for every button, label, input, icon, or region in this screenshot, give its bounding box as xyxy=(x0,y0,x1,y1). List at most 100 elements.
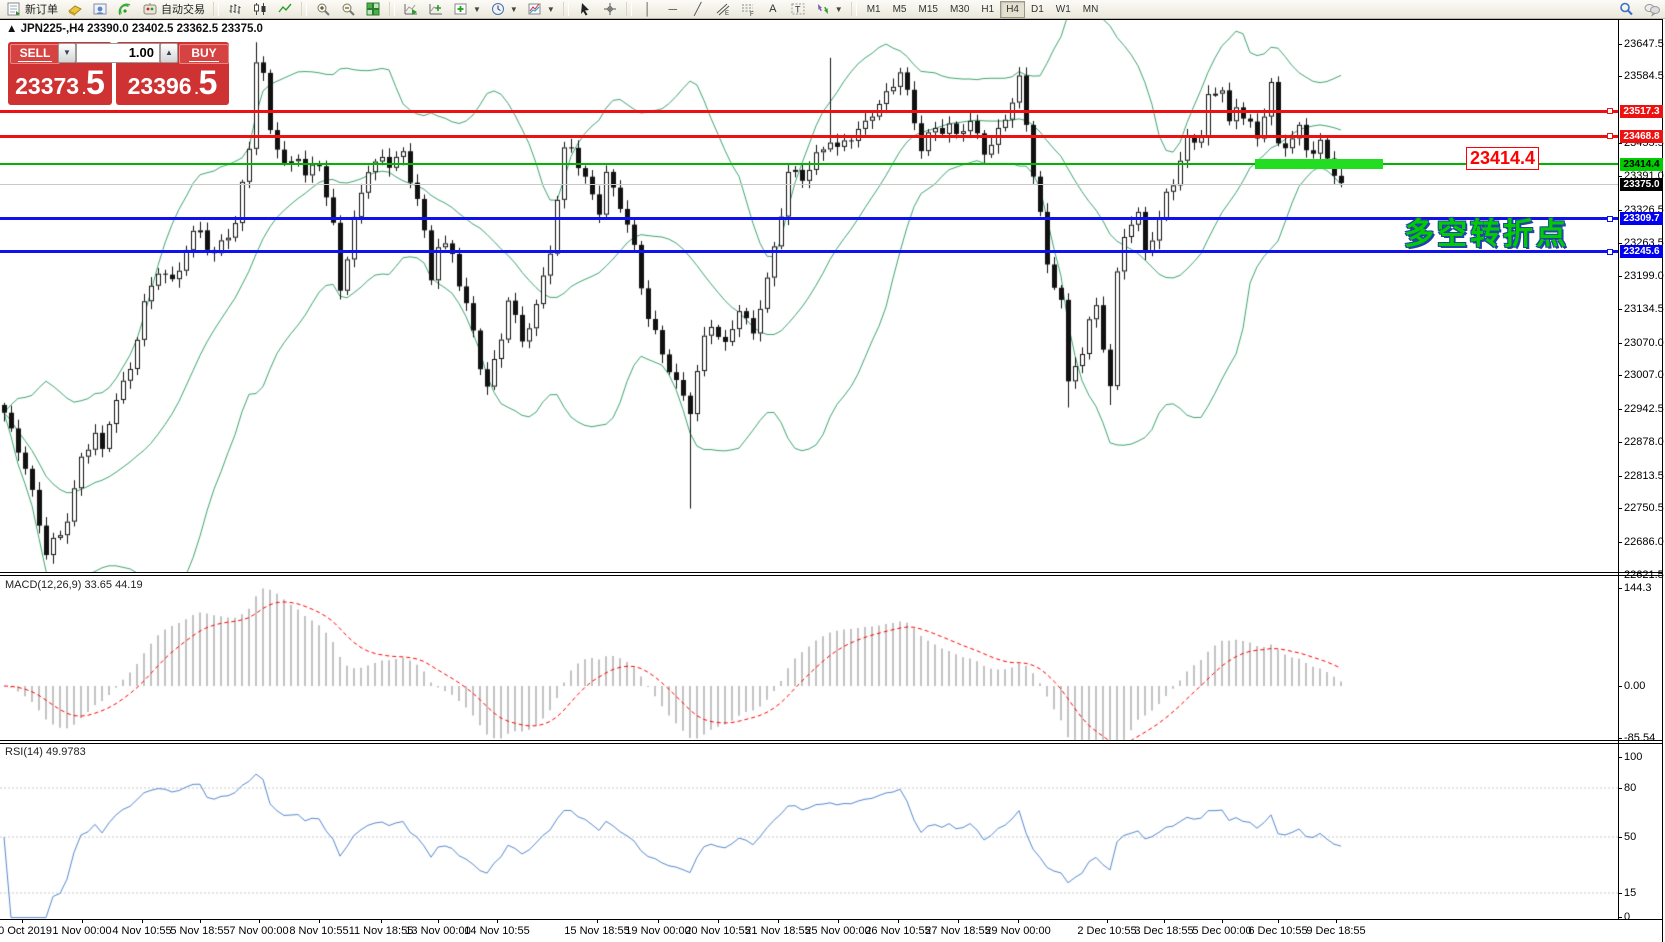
chart-shift-button[interactable] xyxy=(424,0,448,19)
time-axis-tickmark xyxy=(898,919,899,923)
horizontal-level-line-support-2[interactable] xyxy=(0,250,1618,253)
bar-chart-button[interactable] xyxy=(223,0,247,19)
price-axis-tickmark xyxy=(1618,476,1622,477)
crosshair-button[interactable] xyxy=(598,0,622,19)
trendline-tool-button[interactable]: ╱ xyxy=(686,0,710,19)
autotrade-button[interactable]: 自动交易 xyxy=(138,0,209,19)
new-order-button[interactable]: 新订单 xyxy=(2,0,62,19)
time-axis-tickmark xyxy=(438,919,439,923)
time-axis-tickmark xyxy=(658,919,659,923)
macd-name: MACD(12,26,9) xyxy=(5,579,81,591)
candlestick-chart-button[interactable] xyxy=(248,0,272,19)
time-axis-border xyxy=(0,919,1663,920)
macd-axis-label: 144.3 xyxy=(1624,582,1664,594)
indicators-icon xyxy=(453,1,469,17)
time-axis-label: 8 Nov 10:55 xyxy=(289,925,348,937)
volume-group: ▼ 1.00 ▲ xyxy=(58,43,178,63)
chat-button[interactable] xyxy=(1639,0,1663,19)
level-line-handle[interactable] xyxy=(1607,133,1613,139)
vertical-line-tool-button[interactable]: │ xyxy=(636,0,660,19)
timeframe-h1-button[interactable]: H1 xyxy=(975,1,1000,18)
line-chart-icon xyxy=(277,1,293,17)
periods-clock-icon xyxy=(490,1,506,17)
level-line-handle[interactable] xyxy=(1607,249,1613,255)
level-line-handle[interactable] xyxy=(1607,216,1613,222)
rsi-panel-divider[interactable] xyxy=(0,740,1663,741)
new-order-icon xyxy=(6,1,22,17)
signals-button[interactable] xyxy=(113,0,137,19)
profiles-button[interactable] xyxy=(88,0,112,19)
volume-decrease-button[interactable]: ▼ xyxy=(58,43,76,63)
price-axis-tick-label: 23134.5 xyxy=(1624,303,1664,315)
time-axis-label: 1 Nov 00:00 xyxy=(52,925,111,937)
time-axis-tickmark xyxy=(142,919,143,923)
price-axis-tick-label: 22813.5 xyxy=(1624,470,1664,482)
price-axis-tick-label: 23007.0 xyxy=(1624,369,1664,381)
horizontal-level-line-current-price[interactable] xyxy=(0,184,1618,185)
macd-panel-divider[interactable] xyxy=(0,575,1663,576)
pivot-highlight-bar[interactable] xyxy=(1255,159,1383,169)
timeframe-m30-button[interactable]: M30 xyxy=(944,1,975,18)
macd-values: 33.65 44.19 xyxy=(84,579,142,591)
price-level-flag[interactable]: 23414.4 xyxy=(1466,147,1539,170)
pivot-annotation-text[interactable]: 多空转折点 xyxy=(1404,209,1569,253)
time-axis-tickmark xyxy=(718,919,719,923)
timeframe-w1-button[interactable]: W1 xyxy=(1050,1,1077,18)
time-axis-label: 15 Nov 18:55 xyxy=(564,925,629,937)
macd-panel-divider[interactable] xyxy=(0,572,1663,573)
search-button[interactable] xyxy=(1614,0,1638,19)
fibonacci-tool-button[interactable]: F xyxy=(736,0,760,19)
layouts-button[interactable] xyxy=(63,0,87,19)
zoom-out-icon xyxy=(340,1,356,17)
rsi-panel-divider[interactable] xyxy=(0,743,1663,744)
periods-button[interactable]: ▼ xyxy=(486,0,522,19)
buy-button[interactable]: BUY xyxy=(179,44,229,64)
horizontal-level-line-resistance-2[interactable] xyxy=(0,135,1618,138)
sell-button[interactable]: SELL xyxy=(10,44,60,64)
horizontal-line-icon: ─ xyxy=(665,2,681,16)
chart-canvas[interactable] xyxy=(0,19,1663,919)
rsi-value: 49.9783 xyxy=(46,746,86,758)
time-axis-tickmark xyxy=(200,919,201,923)
channel-icon: E xyxy=(715,1,731,17)
price-axis-tickmark xyxy=(1618,44,1622,45)
auto-scroll-button[interactable] xyxy=(399,0,423,19)
sell-price[interactable]: 23373.5 xyxy=(8,64,112,104)
toolbar-separator xyxy=(563,2,569,16)
line-chart-button[interactable] xyxy=(273,0,297,19)
price-axis-tickmark xyxy=(1618,542,1622,543)
timeframe-m5-button[interactable]: M5 xyxy=(887,1,913,18)
zoom-in-button[interactable] xyxy=(311,0,335,19)
price-axis-tickmark xyxy=(1618,76,1622,77)
timeframe-m15-button[interactable]: M15 xyxy=(913,1,944,18)
timeframe-d1-button[interactable]: D1 xyxy=(1025,1,1050,18)
tile-windows-button[interactable] xyxy=(361,0,385,19)
time-axis-tickmark xyxy=(597,919,598,923)
time-axis-label: 19 Nov 00:00 xyxy=(625,925,690,937)
timeframe-h4-button[interactable]: H4 xyxy=(1000,1,1025,18)
arrows-tool-button[interactable]: ▼ xyxy=(811,0,847,19)
channel-tool-button[interactable]: E xyxy=(711,0,735,19)
signals-icon xyxy=(117,1,133,17)
cursor-button[interactable] xyxy=(573,0,597,19)
label-tool-button[interactable]: T xyxy=(786,0,810,19)
macd-indicator-label: MACD(12,26,9) 33.65 44.19 xyxy=(5,579,143,591)
time-axis-label: 27 Nov 18:55 xyxy=(925,925,990,937)
time-axis-tickmark xyxy=(22,919,23,923)
timeframe-mn-button[interactable]: MN xyxy=(1077,1,1105,18)
horizontal-level-line-support-1[interactable] xyxy=(0,217,1618,220)
text-tool-button[interactable]: A xyxy=(761,0,785,19)
price-badge: 23375.0 xyxy=(1620,178,1663,191)
horizontal-level-line-resistance-1[interactable] xyxy=(0,110,1618,113)
buy-price[interactable]: 23396.5 xyxy=(116,64,229,104)
indicators-button[interactable]: ▼ xyxy=(449,0,485,19)
timeframe-m1-button[interactable]: M1 xyxy=(861,1,887,18)
templates-button[interactable]: ▼ xyxy=(523,0,559,19)
time-axis-label: 6 Dec 10:55 xyxy=(1248,925,1307,937)
zoom-out-button[interactable] xyxy=(336,0,360,19)
volume-increase-button[interactable]: ▲ xyxy=(160,43,178,63)
horizontal-line-tool-button[interactable]: ─ xyxy=(661,0,685,19)
toolbar-separator xyxy=(851,2,857,16)
volume-input[interactable]: 1.00 xyxy=(76,43,160,63)
level-line-handle[interactable] xyxy=(1607,108,1613,114)
